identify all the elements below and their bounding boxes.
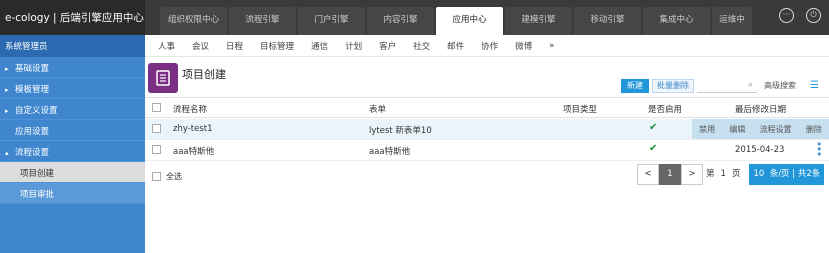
row-checkbox[interactable] (152, 124, 161, 133)
advanced-search-link[interactable]: 高级搜索 (764, 80, 796, 91)
check-icon: ✔ (649, 143, 658, 154)
document-icon (148, 63, 178, 93)
row-checkbox[interactable] (152, 145, 161, 154)
subnav-collab[interactable]: 协作 (481, 40, 498, 52)
row-name: aaa特斯他 (173, 147, 215, 157)
table-header: 流程名称 表单 项目类型 是否启用 最后修改日期 (145, 97, 829, 118)
arrow-right-icon: ▸ (5, 86, 9, 94)
subnav-goal[interactable]: 目标管理 (260, 40, 294, 52)
more-icon[interactable]: ··· (779, 8, 794, 23)
sidebar-item-label: 应用设置 (15, 127, 50, 137)
more-vertical-icon[interactable]: • • • (816, 139, 823, 160)
page-size-select[interactable]: 10 条/页 | 共2条 (749, 164, 825, 185)
tab-mobile[interactable]: 移动引擎 (574, 7, 641, 35)
row-date: 2015-04-23 (735, 145, 785, 155)
col-form: 表单 (369, 105, 387, 115)
page-suffix: 页 (731, 169, 741, 179)
tab-workflow[interactable]: 流程引擎 (229, 7, 296, 35)
pagination: < 1 > 第 1 页 10 条/页 | 共2条 (637, 164, 825, 185)
table-row[interactable]: zhy-test1 lytest 新表单10 ✔ 禁用 编辑 流程设置 删除 (145, 119, 829, 140)
chevron-more-icon[interactable]: » (549, 41, 554, 51)
sub-nav: 人事 会议 日程 目标管理 通信 计划 客户 社交 邮件 协作 微博 » (145, 35, 829, 57)
page-1-button[interactable]: 1 (659, 164, 681, 185)
delete-link[interactable]: 删除 (806, 124, 822, 135)
tab-portal[interactable]: 门户引擎 (298, 7, 365, 35)
power-icon[interactable]: ⏻ (806, 8, 821, 23)
row-form: aaa特斯他 (369, 147, 411, 157)
top-bar: e-cology | 后端引擎应用中心 组织权限中心 流程引擎 门户引擎 内容引… (0, 0, 829, 36)
sidebar-item-label: 基础设置 (15, 64, 50, 74)
col-name: 流程名称 (173, 105, 208, 115)
row-form: lytest 新表单10 (369, 126, 432, 136)
tab-integration[interactable]: 集成中心 (643, 7, 710, 35)
sidebar-item-app-settings[interactable]: 应用设置 (0, 120, 145, 141)
subnav-meeting[interactable]: 会议 (192, 40, 209, 52)
tab-content[interactable]: 内容引擎 (367, 7, 434, 35)
tab-app-center[interactable]: 应用中心 (436, 7, 503, 36)
page-number-input[interactable]: 1 (718, 164, 729, 185)
disable-link[interactable]: 禁用 (699, 124, 715, 135)
workflow-settings-link[interactable]: 流程设置 (760, 124, 792, 135)
subnav-customer[interactable]: 客户 (379, 40, 396, 52)
sidebar-item-template[interactable]: ▸ 模板管理 (0, 78, 145, 99)
select-all-label: 全选 (166, 172, 182, 181)
subnav-social[interactable]: 社交 (413, 40, 430, 52)
subnav-plan[interactable]: 计划 (345, 40, 362, 52)
list-view-icon[interactable]: ☰ (810, 80, 819, 91)
row-actions: 禁用 编辑 流程设置 删除 (692, 119, 829, 139)
page-title: 项目创建 (182, 68, 226, 81)
sidebar-item-label: 模板管理 (15, 85, 50, 95)
subnav-schedule[interactable]: 日程 (226, 40, 243, 52)
header-checkbox[interactable] (152, 103, 161, 112)
col-type: 项目类型 (563, 105, 598, 115)
tab-modeling[interactable]: 建模引擎 (505, 7, 572, 35)
row-name: zhy-test1 (173, 124, 213, 134)
select-all[interactable]: 全选 (152, 171, 182, 182)
arrow-up-icon: ▴ (5, 149, 9, 157)
top-nav: 组织权限中心 流程引擎 门户引擎 内容引擎 应用中心 建模引擎 移动引擎 集成中… (160, 7, 754, 36)
tab-org[interactable]: 组织权限中心 (160, 7, 227, 35)
tab-ops[interactable]: 运维中 (712, 7, 752, 35)
subnav-comm[interactable]: 通信 (311, 40, 328, 52)
check-icon: ✔ (649, 122, 658, 133)
select-all-checkbox[interactable] (152, 172, 161, 181)
arrow-right-icon: ▸ (5, 107, 9, 115)
sidebar-header: 系统管理员 (0, 35, 145, 57)
sidebar: 系统管理员 ▸ 基础设置 ▸ 模板管理 ▸ 自定义设置 应用设置 ▴ 流程设置 项目创建… (0, 35, 145, 253)
sidebar-item-label: 自定义设置 (15, 106, 58, 116)
sidebar-item-workflow[interactable]: ▴ 流程设置 (0, 141, 145, 162)
sidebar-item-project-create[interactable]: 项目创建 (0, 162, 145, 183)
new-button[interactable]: 新建 (621, 79, 649, 93)
col-date: 最后修改日期 (735, 105, 787, 115)
subnav-mail[interactable]: 邮件 (447, 40, 464, 52)
sidebar-item-project-approve[interactable]: 项目审批 (0, 183, 145, 204)
col-enabled: 是否启用 (648, 105, 683, 115)
page-prefix: 第 (706, 169, 715, 179)
arrow-right-icon: ▸ (5, 65, 9, 73)
sidebar-item-basic[interactable]: ▸ 基础设置 (0, 57, 145, 78)
subnav-weibo[interactable]: 微博 (515, 40, 532, 52)
sidebar-item-custom[interactable]: ▸ 自定义设置 (0, 99, 145, 120)
search-icon[interactable]: ⌕ (748, 80, 753, 90)
app-title: e-cology | 后端引擎应用中心 (0, 0, 145, 35)
subnav-hr[interactable]: 人事 (158, 40, 175, 52)
edit-link[interactable]: 编辑 (729, 124, 745, 135)
prev-page-button[interactable]: < (637, 164, 659, 185)
next-page-button[interactable]: > (681, 164, 703, 185)
batch-delete-button[interactable]: 批量删除 (652, 79, 694, 93)
table-row[interactable]: aaa特斯他 aaa特斯他 ✔ 2015-04-23 • • • (145, 139, 829, 161)
sidebar-item-label: 流程设置 (15, 148, 50, 158)
